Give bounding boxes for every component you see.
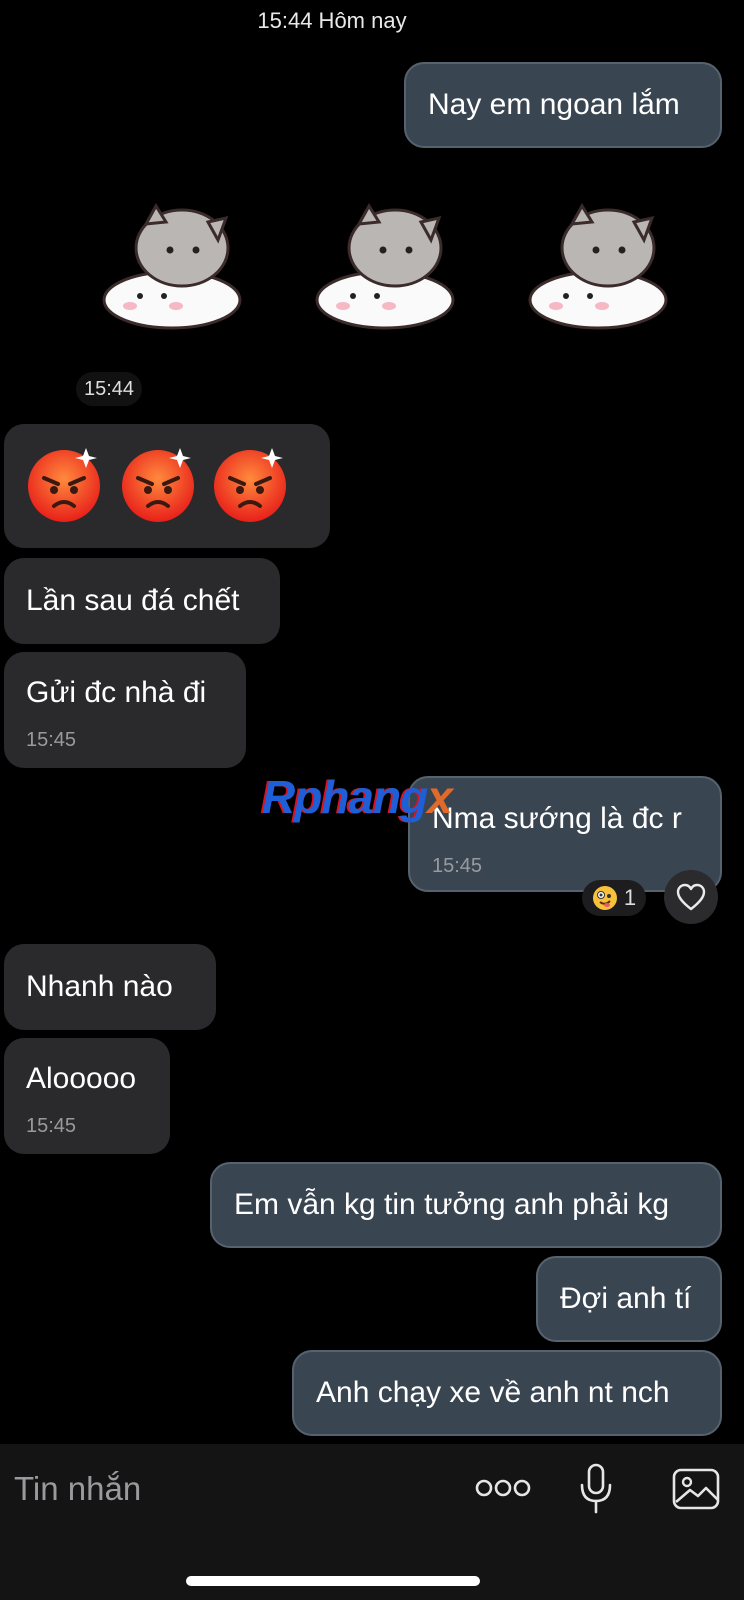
message-bubble-outgoing[interactable]: Đợi anh tí bbox=[536, 1256, 722, 1342]
message-text: Em vẫn kg tin tưởng anh phải kg bbox=[234, 1188, 669, 1221]
message-timestamp: 15:45 bbox=[26, 1115, 77, 1137]
watermark: Rphangx bbox=[262, 771, 453, 823]
message-timestamp: 15:44 bbox=[76, 372, 143, 406]
angry-face-icon bbox=[28, 448, 100, 522]
cat-sticker[interactable] bbox=[526, 200, 676, 330]
zany-face-icon bbox=[592, 886, 617, 910]
message-text: Gửi đc nhà đi bbox=[26, 676, 207, 709]
message-bubble-incoming[interactable]: Nhanh nào bbox=[4, 944, 216, 1030]
message-input[interactable]: Tin nhắn bbox=[14, 1470, 141, 1508]
heart-icon bbox=[676, 883, 706, 911]
message-bubble-incoming[interactable]: Gửi đc nhà đi 15:45 bbox=[4, 652, 246, 768]
message-text: Nhanh nào bbox=[26, 970, 173, 1003]
message-bubble-outgoing[interactable]: Anh chạy xe về anh nt nch bbox=[292, 1350, 722, 1436]
message-timestamp: 15:45 bbox=[26, 729, 77, 751]
cat-sticker[interactable] bbox=[313, 200, 463, 330]
message-bubble-outgoing[interactable]: Nay em ngoan lắm bbox=[404, 62, 722, 148]
message-bubble-incoming[interactable]: Alooooo 15:45 bbox=[4, 1038, 170, 1154]
message-text: Đợi anh tí bbox=[560, 1282, 692, 1315]
reaction-badge[interactable]: 1 bbox=[582, 880, 646, 916]
date-header: 15:44 Hôm nay bbox=[257, 8, 407, 33]
angry-face-icon bbox=[214, 448, 286, 522]
angry-face-icon bbox=[122, 448, 194, 522]
more-icon bbox=[475, 1479, 531, 1497]
more-button[interactable] bbox=[474, 1466, 532, 1510]
message-bubble-outgoing[interactable]: Em vẫn kg tin tưởng anh phải kg bbox=[210, 1162, 722, 1248]
message-bubble-incoming[interactable]: Lần sau đá chết bbox=[4, 558, 280, 644]
microphone-icon bbox=[580, 1463, 612, 1514]
message-text: Nay em ngoan lắm bbox=[428, 88, 680, 121]
gallery-button[interactable] bbox=[670, 1466, 722, 1512]
image-icon bbox=[672, 1468, 720, 1510]
home-indicator[interactable] bbox=[186, 1576, 480, 1586]
reaction-count: 1 bbox=[623, 885, 637, 910]
message-text: Lần sau đá chết bbox=[26, 584, 240, 617]
message-text: Anh chạy xe về anh nt nch bbox=[316, 1376, 670, 1409]
cat-sticker[interactable] bbox=[100, 200, 250, 330]
message-timestamp: 15:45 bbox=[432, 855, 483, 877]
voice-button[interactable] bbox=[574, 1460, 618, 1518]
heart-react-button[interactable] bbox=[664, 870, 718, 924]
message-text: Nma sướng là đc r bbox=[432, 802, 682, 835]
message-text: Alooooo bbox=[26, 1062, 137, 1095]
